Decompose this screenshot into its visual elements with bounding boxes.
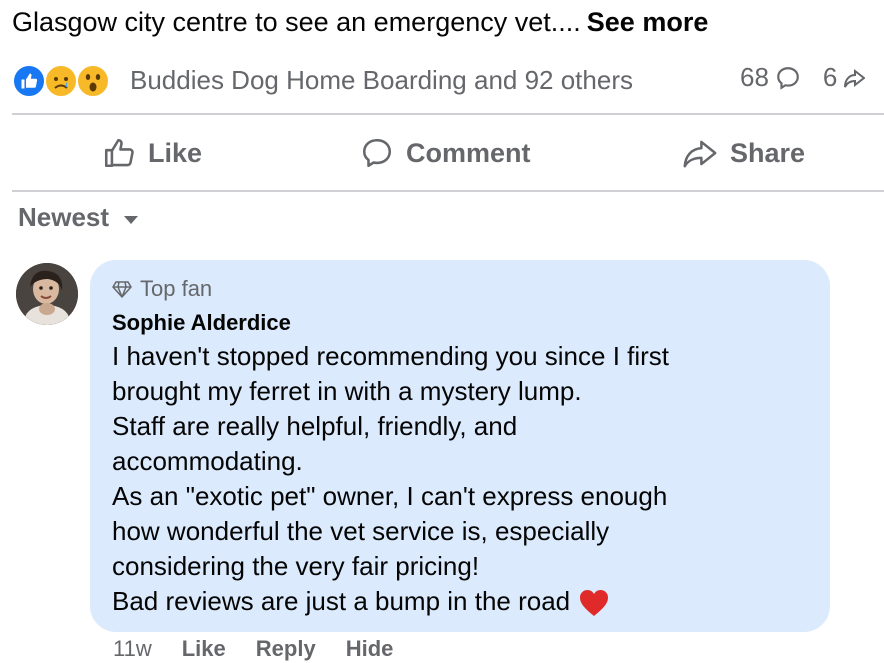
sad-reaction-icon <box>44 64 78 98</box>
share-count[interactable]: 6 <box>822 62 866 93</box>
comment-line: Bad reviews are just a bump in the road <box>112 586 571 616</box>
comment-text: I haven't stopped recommending you since… <box>112 339 808 619</box>
comment-like-button[interactable]: Like <box>182 636 226 662</box>
avatar-image <box>16 263 78 325</box>
comment-line: Staff are really helpful, friendly, and <box>112 411 518 441</box>
divider <box>12 190 884 192</box>
comment-reply-button[interactable]: Reply <box>256 636 316 662</box>
comment-line: considering the very fair pricing! <box>112 551 480 581</box>
comment-line-last: Bad reviews are just a bump in the road <box>112 584 808 619</box>
comment-line: I haven't stopped recommending you since… <box>112 341 670 371</box>
comment-hide-button[interactable]: Hide <box>346 636 394 662</box>
reaction-icons[interactable] <box>12 60 124 100</box>
reactions-summary[interactable]: Buddies Dog Home Boarding and 92 others … <box>12 58 884 102</box>
diamond-icon <box>112 281 132 298</box>
badge-label: Top fan <box>140 276 213 301</box>
comment-count[interactable]: 68 <box>740 62 801 93</box>
post-action-bar: Like Comment Share <box>12 118 884 188</box>
like-button-label: Like <box>148 137 203 168</box>
share-count-icon <box>844 68 866 87</box>
reactors-text[interactable]: Buddies Dog Home Boarding and 92 others <box>130 65 633 96</box>
comment-bubble: Top fan Sophie Alderdice I haven't stopp… <box>90 260 830 632</box>
share-icon <box>683 140 717 168</box>
comment-count-value: 68 <box>740 62 769 92</box>
share-count-value: 6 <box>822 62 838 92</box>
caret-down-icon <box>124 215 139 224</box>
comment-count-icon <box>777 66 799 90</box>
comment-button-label: Comment <box>406 137 531 168</box>
red-heart-icon <box>580 590 609 617</box>
comment-author[interactable]: Sophie Alderdice <box>112 307 808 339</box>
comment-timestamp[interactable]: 11w <box>113 636 152 662</box>
see-more-link[interactable]: See more <box>587 7 709 37</box>
divider <box>12 113 884 115</box>
like-button[interactable]: Like <box>102 118 202 188</box>
avatar[interactable] <box>16 263 78 325</box>
comment-button[interactable]: Comment <box>360 118 531 188</box>
share-button[interactable]: Share <box>682 118 805 188</box>
post-text: Glasgow city centre to see an emergency … <box>12 7 581 37</box>
engagement-counts: 68 6 <box>740 62 866 93</box>
comment-line: how wonderful the vet service is, especi… <box>112 516 610 546</box>
sort-label: Newest <box>18 202 110 232</box>
wow-reaction-icon <box>76 64 110 98</box>
comment-line: brought my ferret in with a mystery lump… <box>112 376 582 406</box>
comment-sort-dropdown[interactable]: Newest <box>18 202 139 233</box>
like-reaction-icon <box>12 64 46 98</box>
post-text-preview: Glasgow city centre to see an emergency … <box>12 4 708 40</box>
comment-line: accommodating. <box>112 446 303 476</box>
comment-actions: 11w Like Reply Hide <box>113 636 393 662</box>
thumbs-up-icon <box>104 138 134 168</box>
comment-line: As an "exotic pet" owner, I can't expres… <box>112 481 668 511</box>
top-fan-badge: Top fan <box>112 274 808 304</box>
comment-icon <box>362 138 392 168</box>
share-button-label: Share <box>730 137 806 168</box>
